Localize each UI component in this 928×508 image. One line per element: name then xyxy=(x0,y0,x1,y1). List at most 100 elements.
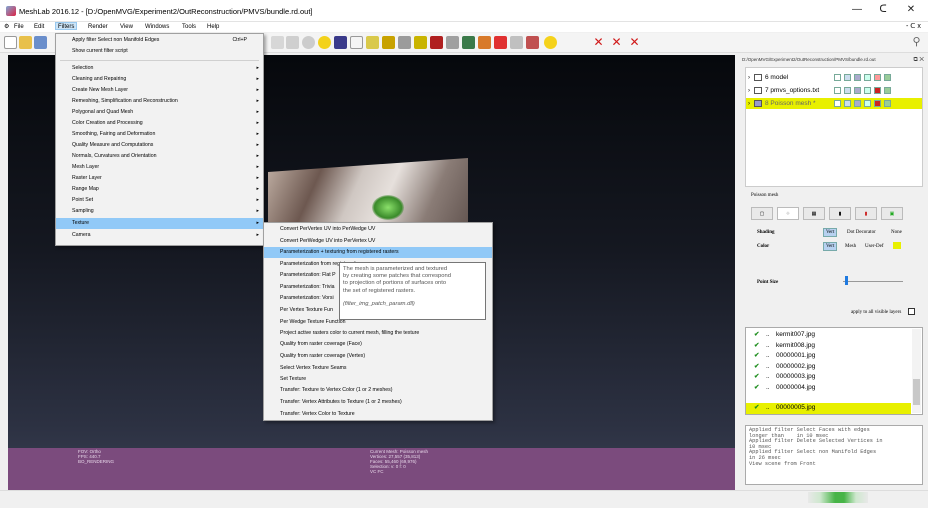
raster-check-icon[interactable]: ✔ xyxy=(754,362,759,373)
erase-icon[interactable] xyxy=(526,36,539,49)
raster-scroll-thumb[interactable] xyxy=(913,379,920,405)
apply-filter-item[interactable]: Apply filter Select non Manifold Edges Ct… xyxy=(56,35,263,46)
color-swatch[interactable] xyxy=(893,242,901,249)
raster-check-icon[interactable]: ✔ xyxy=(754,351,759,362)
layer-tool-icon[interactable] xyxy=(854,87,861,94)
globe-icon[interactable] xyxy=(302,36,315,49)
layer-tool-icon[interactable] xyxy=(864,100,871,107)
pick-points-icon[interactable] xyxy=(414,36,427,49)
maximize-button[interactable]: ᑕ xyxy=(874,3,892,17)
apply-all-checkbox[interactable] xyxy=(908,308,915,315)
layer-tool-icon[interactable] xyxy=(854,74,861,81)
menu-edit[interactable]: Edit xyxy=(32,23,46,31)
raster-check-icon[interactable]: ✔ xyxy=(754,330,759,341)
point-size-slider-track[interactable] xyxy=(843,281,903,282)
menu-item-remeshing[interactable]: Remeshing, Simplification and Reconstruc… xyxy=(56,96,263,107)
menu-item-sampling[interactable]: Sampling ▸ xyxy=(56,206,263,217)
layer-tool-icon[interactable] xyxy=(834,74,841,81)
layer-item-pmvs-options[interactable]: › 7 pmvs_options.txt xyxy=(746,85,922,96)
point-size-slider-handle[interactable] xyxy=(845,276,848,285)
menu-item-selection[interactable]: Selection ▸ xyxy=(56,63,263,74)
menu-render[interactable]: Render xyxy=(86,23,110,31)
info-icon[interactable] xyxy=(544,36,557,49)
delete-selected-icon[interactable] xyxy=(494,36,507,49)
layer-tool-icon[interactable] xyxy=(874,100,881,107)
layer-tool-icon[interactable] xyxy=(884,87,891,94)
submenu-item[interactable]: Quality from raster coverage (Face) xyxy=(264,339,492,350)
shading-vert-button[interactable]: Vert xyxy=(823,228,838,237)
submenu-item[interactable]: Transfer: Texture to Vertex Color (1 or … xyxy=(264,385,492,396)
raster-check-icon[interactable]: ✔ xyxy=(754,341,759,352)
tab-wire[interactable]: ▦ xyxy=(803,207,825,220)
close-button[interactable]: ✕ xyxy=(902,3,920,17)
menu-item-polygonal[interactable]: Polygonal and Quad Mesh ▸ xyxy=(56,107,263,118)
tab-solid[interactable]: ▮ xyxy=(829,207,851,220)
submenu-item[interactable]: Select Vertex Texture Seams xyxy=(264,363,492,374)
menu-tools[interactable]: Tools xyxy=(180,23,198,31)
menu-help[interactable]: Help xyxy=(205,23,221,31)
submenu-item[interactable]: Convert PerWedge UV into PerVertex UV xyxy=(264,236,492,247)
layer-item-poisson-mesh[interactable]: › 8 Poisson mesh * xyxy=(746,98,922,109)
menu-windows[interactable]: Windows xyxy=(143,23,171,31)
submenu-item-selected[interactable]: Parameterization + texturing from regist… xyxy=(264,247,492,258)
layer-tool-icon[interactable] xyxy=(844,74,851,81)
open-folder-icon[interactable] xyxy=(19,36,32,49)
search-icon[interactable]: ⚲ xyxy=(910,36,923,49)
snapshot-icon[interactable] xyxy=(350,36,363,49)
delete-vertices-icon[interactable]: ✕ xyxy=(610,36,623,49)
delete-faces-icon[interactable]: ✕ xyxy=(592,36,605,49)
layer-item-model[interactable]: › 6 model xyxy=(746,72,922,83)
select-vertices-icon[interactable] xyxy=(446,36,459,49)
color-vert-button[interactable]: Vert xyxy=(823,242,838,251)
raster-item[interactable]: ✔.. 00000004.jpg xyxy=(746,383,911,394)
raster-check-icon[interactable]: ✔ xyxy=(754,383,759,394)
select-faces-icon[interactable] xyxy=(430,36,443,49)
submenu-item[interactable]: Set Texture xyxy=(264,374,492,385)
menu-item-smoothing[interactable]: Smoothing, Fairing and Deformation ▸ xyxy=(56,129,263,140)
raster-item[interactable]: ✔.. kermit007.jpg xyxy=(746,330,911,341)
visibility-eye-icon[interactable] xyxy=(754,74,762,81)
layer-tool-icon[interactable] xyxy=(854,100,861,107)
light-icon[interactable] xyxy=(318,36,331,49)
app-menu-icon[interactable]: ⚙ xyxy=(2,23,11,31)
menu-item-mesh-layer[interactable]: Mesh Layer ▸ xyxy=(56,162,263,173)
submenu-item[interactable]: Convert PerVertex UV into PerWedge UV xyxy=(264,224,492,235)
menu-item-quality[interactable]: Quality Measure and Computations ▸ xyxy=(56,140,263,151)
select-region-icon[interactable] xyxy=(478,36,491,49)
tab-box[interactable]: ▢ xyxy=(751,207,773,220)
paint-icon[interactable] xyxy=(382,36,395,49)
submenu-item[interactable]: Transfer: Vertex Color to Texture xyxy=(264,409,492,420)
dock-close-icon[interactable]: ⧉ ✕ xyxy=(913,55,924,65)
menu-item-raster-layer[interactable]: Raster Layer ▸ xyxy=(56,173,263,184)
raster-item[interactable]: ✔.. 00000002.jpg xyxy=(746,362,911,373)
menu-filters[interactable]: Filters xyxy=(55,22,78,30)
menu-item-range-map[interactable]: Range Map ▸ xyxy=(56,184,263,195)
visibility-eye-icon[interactable] xyxy=(754,87,762,94)
select-connected-icon[interactable] xyxy=(462,36,475,49)
layer-tool-icon[interactable] xyxy=(874,87,881,94)
menu-file[interactable]: File xyxy=(12,23,26,31)
menu-item-normals[interactable]: Normals, Curvatures and Orientation ▸ xyxy=(56,151,263,162)
new-project-icon[interactable] xyxy=(4,36,17,49)
tab-texture[interactable]: ▮ xyxy=(855,207,877,220)
save-icon[interactable] xyxy=(34,36,47,49)
submenu-item[interactable]: Quality from raster coverage (Vertex) xyxy=(264,351,492,362)
raster-check-icon[interactable]: ✔ xyxy=(754,372,759,383)
axis-icon[interactable] xyxy=(286,36,299,49)
minimize-button[interactable]: — xyxy=(848,3,866,17)
layer-tool-icon[interactable] xyxy=(864,74,871,81)
layer-tool-icon[interactable] xyxy=(884,100,891,107)
submenu-item[interactable]: Transfer: Vertex Attributes to Texture (… xyxy=(264,397,492,408)
menu-item-create-mesh-layer[interactable]: Create New Mesh Layer ▸ xyxy=(56,85,263,96)
select-none-icon[interactable] xyxy=(510,36,523,49)
submenu-item[interactable]: Project active rasters color to current … xyxy=(264,328,492,339)
align-icon[interactable] xyxy=(398,36,411,49)
menu-item-point-set[interactable]: Point Set ▸ xyxy=(56,195,263,206)
visibility-eye-icon[interactable] xyxy=(754,100,762,107)
delete-edges-icon[interactable]: ✕ xyxy=(628,36,641,49)
layer-tool-icon[interactable] xyxy=(884,74,891,81)
color-userdef-button[interactable]: User-Def xyxy=(865,244,884,249)
tab-points[interactable]: ⁘ xyxy=(777,207,799,220)
show-filter-script-item[interactable]: Show current filter script xyxy=(56,46,263,57)
shading-dot-button[interactable]: Dot Decorator xyxy=(847,230,876,235)
